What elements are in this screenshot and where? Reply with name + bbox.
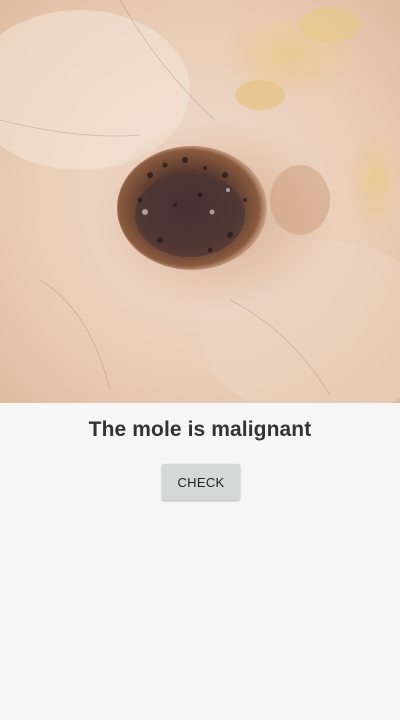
mole-image: [0, 0, 400, 403]
app-screen: The mole is malignant CHECK: [0, 0, 400, 720]
result-label: The mole is malignant: [88, 418, 312, 441]
check-button[interactable]: CHECK: [162, 464, 240, 500]
